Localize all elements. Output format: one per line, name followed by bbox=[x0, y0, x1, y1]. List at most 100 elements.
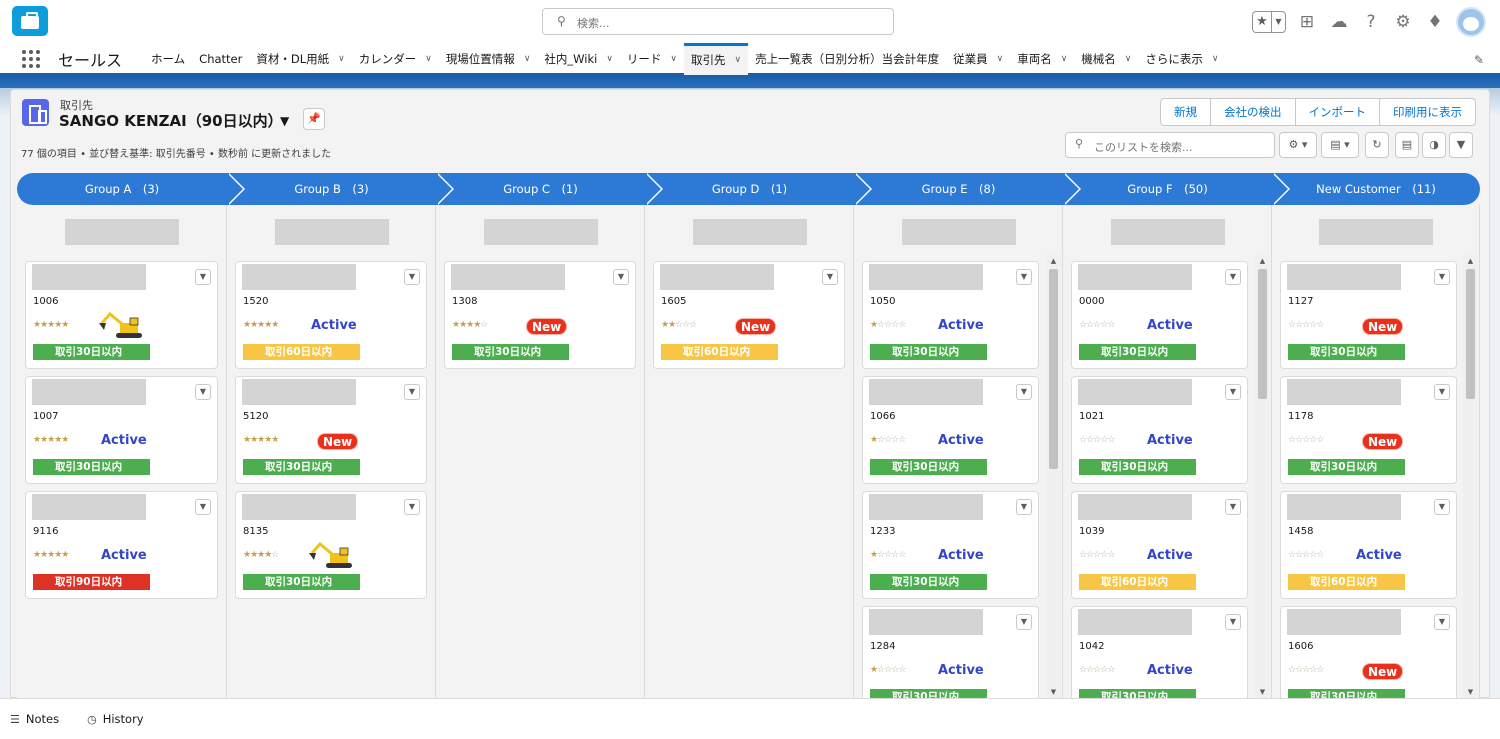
global-search-input[interactable]: ⚲ 検索... bbox=[542, 8, 894, 35]
kanban-card[interactable]: ▼ 1520 ★★★★★ Active 取引60日以内 bbox=[235, 261, 427, 369]
card-menu-chevron-icon[interactable]: ▼ bbox=[1225, 269, 1241, 285]
card-account-name-redacted[interactable] bbox=[869, 609, 983, 635]
scroll-down-arrow-icon[interactable]: ▼ bbox=[1463, 688, 1478, 696]
chevron-down-icon[interactable]: ∨ bbox=[1061, 54, 1068, 64]
app-launcher-waffle-icon[interactable] bbox=[20, 48, 42, 70]
kanban-card[interactable]: ▼ 1178 ☆☆☆☆☆ New 取引30日以内 bbox=[1280, 376, 1457, 484]
charts-icon[interactable]: ◑ bbox=[1422, 132, 1446, 158]
kanban-card[interactable]: ▼ 1127 ☆☆☆☆☆ New 取引30日以内 bbox=[1280, 261, 1457, 369]
card-menu-chevron-icon[interactable]: ▼ bbox=[1225, 384, 1241, 400]
kanban-card[interactable]: ▼ 1021 ☆☆☆☆☆ Active 取引30日以内 bbox=[1071, 376, 1248, 484]
card-menu-chevron-icon[interactable]: ▼ bbox=[195, 269, 211, 285]
add-icon[interactable]: ⊞ bbox=[1296, 11, 1318, 33]
kanban-card[interactable]: ▼ 5120 ★★★★★ New 取引30日以内 bbox=[235, 376, 427, 484]
app-logo-briefcase-icon[interactable] bbox=[12, 6, 48, 36]
favorites-dropdown-icon[interactable]: ▼ bbox=[1271, 12, 1285, 32]
scroll-up-arrow-icon[interactable]: ▲ bbox=[1463, 257, 1478, 265]
nav-tab-12[interactable]: さらに表示 ∨ bbox=[1138, 43, 1225, 75]
kanban-card[interactable]: ▼ 1233 ★☆☆☆☆ Active 取引30日以内 bbox=[862, 491, 1039, 599]
scroll-down-arrow-icon[interactable]: ▼ bbox=[1255, 688, 1270, 696]
card-account-name-redacted[interactable] bbox=[242, 379, 356, 405]
card-menu-chevron-icon[interactable]: ▼ bbox=[404, 384, 420, 400]
scroll-up-arrow-icon[interactable]: ▲ bbox=[1046, 257, 1061, 265]
kanban-stage-header[interactable]: New Customer (11) bbox=[1272, 173, 1480, 205]
card-account-name-redacted[interactable] bbox=[1287, 494, 1401, 520]
kanban-stage-header[interactable]: Group C (1) bbox=[436, 173, 663, 205]
printable-view-button[interactable]: 印刷用に表示 bbox=[1380, 98, 1476, 126]
nav-tab-7[interactable]: 取引先 ∨ bbox=[684, 42, 749, 75]
list-settings-gear-icon[interactable]: ⚙ ▾ bbox=[1279, 132, 1317, 158]
kanban-card[interactable]: ▼ 1458 ☆☆☆☆☆ Active 取引60日以内 bbox=[1280, 491, 1457, 599]
nav-tab-6[interactable]: リード ∨ bbox=[620, 43, 684, 75]
kanban-card[interactable]: ▼ 1284 ★☆☆☆☆ Active 取引30日以内 bbox=[862, 606, 1039, 698]
refresh-icon[interactable]: ↻ bbox=[1365, 132, 1389, 158]
new-button[interactable]: 新規 bbox=[1160, 98, 1211, 126]
list-view-title[interactable]: SANGO KENZAI（90日以内） bbox=[59, 110, 283, 131]
card-account-name-redacted[interactable] bbox=[1287, 264, 1401, 290]
scrollbar-thumb[interactable] bbox=[1466, 269, 1475, 399]
kanban-card[interactable]: ▼ 0000 ☆☆☆☆☆ Active 取引30日以内 bbox=[1071, 261, 1248, 369]
pin-list-button[interactable]: 📌 bbox=[303, 108, 325, 130]
scrollbar-thumb[interactable] bbox=[1049, 269, 1058, 469]
kanban-stage-header[interactable]: Group B (3) bbox=[227, 173, 454, 205]
chevron-down-icon[interactable]: ∨ bbox=[735, 55, 742, 65]
kanban-card[interactable]: ▼ 1308 ★★★★☆ New 取引30日以内 bbox=[444, 261, 636, 369]
trailhead-icon[interactable]: ☁ bbox=[1328, 11, 1350, 33]
list-view-switcher-caret-icon[interactable]: ▼ bbox=[280, 114, 289, 128]
kanban-card[interactable]: ▼ 9116 ★★★★★ Active 取引90日以内 bbox=[25, 491, 218, 599]
nav-tab-0[interactable]: ホーム bbox=[144, 43, 192, 75]
card-menu-chevron-icon[interactable]: ▼ bbox=[1016, 614, 1032, 630]
chevron-down-icon[interactable]: ∨ bbox=[1125, 54, 1132, 64]
card-menu-chevron-icon[interactable]: ▼ bbox=[613, 269, 629, 285]
nav-tab-2[interactable]: 資材・DL用紙 ∨ bbox=[249, 43, 351, 75]
find-company-button[interactable]: 会社の検出 bbox=[1211, 98, 1296, 126]
card-account-name-redacted[interactable] bbox=[1287, 379, 1401, 405]
kanban-stage-header[interactable]: Group E (8) bbox=[854, 173, 1081, 205]
kanban-card[interactable]: ▼ 1007 ★★★★★ Active 取引30日以内 bbox=[25, 376, 218, 484]
card-account-name-redacted[interactable] bbox=[869, 494, 983, 520]
kanban-card[interactable]: ▼ 1039 ☆☆☆☆☆ Active 取引60日以内 bbox=[1071, 491, 1248, 599]
kanban-card[interactable]: ▼ 1042 ☆☆☆☆☆ Active 取引30日以内 bbox=[1071, 606, 1248, 698]
card-account-name-redacted[interactable] bbox=[660, 264, 774, 290]
display-as-kanban-icon[interactable]: ▤ ▾ bbox=[1321, 132, 1359, 158]
card-menu-chevron-icon[interactable]: ▼ bbox=[1016, 499, 1032, 515]
scroll-up-arrow-icon[interactable]: ▲ bbox=[1255, 257, 1270, 265]
history-utility-item[interactable]: ◷ History bbox=[87, 712, 144, 726]
kanban-card[interactable]: ▼ 8135 ★★★★☆ 取引30日以内 bbox=[235, 491, 427, 599]
chevron-down-icon[interactable]: ∨ bbox=[425, 54, 432, 64]
card-account-name-redacted[interactable] bbox=[1078, 494, 1192, 520]
chevron-down-icon[interactable]: ∨ bbox=[606, 54, 613, 64]
card-account-name-redacted[interactable] bbox=[451, 264, 565, 290]
filter-icon[interactable]: ▼ bbox=[1449, 132, 1473, 158]
favorites-star-icon[interactable]: ★ bbox=[1253, 12, 1271, 32]
card-account-name-redacted[interactable] bbox=[242, 264, 356, 290]
card-account-name-redacted[interactable] bbox=[1078, 379, 1192, 405]
card-menu-chevron-icon[interactable]: ▼ bbox=[404, 269, 420, 285]
kanban-card[interactable]: ▼ 1605 ★★☆☆☆ New 取引60日以内 bbox=[653, 261, 845, 369]
chevron-down-icon[interactable]: ∨ bbox=[524, 54, 531, 64]
kanban-card[interactable]: ▼ 1050 ★☆☆☆☆ Active 取引30日以内 bbox=[862, 261, 1039, 369]
kanban-stage-header[interactable]: Group F (50) bbox=[1063, 173, 1290, 205]
chevron-down-icon[interactable]: ∨ bbox=[997, 54, 1004, 64]
card-menu-chevron-icon[interactable]: ▼ bbox=[1016, 384, 1032, 400]
card-account-name-redacted[interactable] bbox=[869, 264, 983, 290]
nav-tab-9[interactable]: 従業員 ∨ bbox=[946, 43, 1010, 75]
card-menu-chevron-icon[interactable]: ▼ bbox=[822, 269, 838, 285]
column-scrollbar[interactable]: ▲ ▼ bbox=[1463, 255, 1478, 698]
card-menu-chevron-icon[interactable]: ▼ bbox=[195, 499, 211, 515]
card-menu-chevron-icon[interactable]: ▼ bbox=[1434, 384, 1450, 400]
card-account-name-redacted[interactable] bbox=[1287, 609, 1401, 635]
nav-tab-8[interactable]: 売上一覧表（日別分析）当会計年度 bbox=[748, 43, 946, 75]
card-account-name-redacted[interactable] bbox=[869, 379, 983, 405]
kanban-stage-header[interactable]: Group D (1) bbox=[645, 173, 872, 205]
setup-gear-icon[interactable]: ⚙ bbox=[1392, 11, 1414, 33]
help-icon[interactable]: ? bbox=[1360, 11, 1382, 33]
nav-tab-5[interactable]: 社内_Wiki ∨ bbox=[537, 43, 620, 75]
card-menu-chevron-icon[interactable]: ▼ bbox=[1434, 499, 1450, 515]
chevron-down-icon[interactable]: ∨ bbox=[1212, 54, 1219, 64]
import-button[interactable]: インポート bbox=[1295, 98, 1380, 126]
chevron-down-icon[interactable]: ∨ bbox=[338, 54, 345, 64]
card-menu-chevron-icon[interactable]: ▼ bbox=[404, 499, 420, 515]
card-account-name-redacted[interactable] bbox=[32, 494, 146, 520]
card-menu-chevron-icon[interactable]: ▼ bbox=[1434, 614, 1450, 630]
